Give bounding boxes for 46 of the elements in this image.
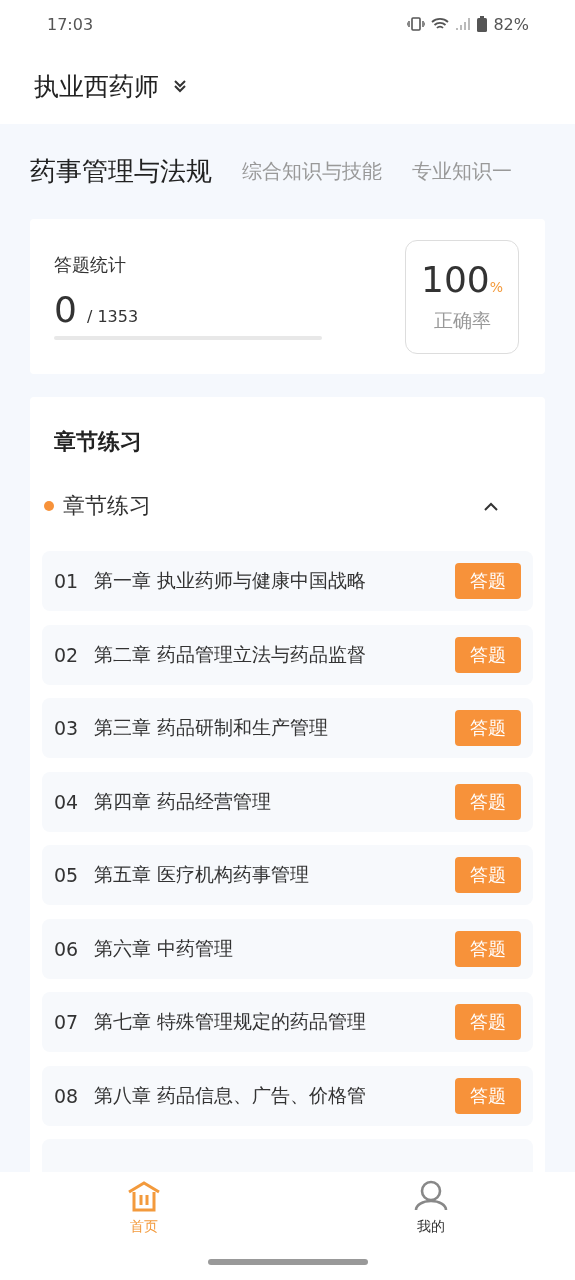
chapter-row[interactable]: 03 第三章 药品研制和生产管理 答题 (42, 698, 533, 758)
dot-icon (44, 501, 54, 511)
chapter-row[interactable]: 04 第四章 药品经营管理 答题 (42, 771, 533, 832)
chapter-title: 第八章 药品信息、广告、价格管 (94, 1082, 368, 1108)
accuracy-value: 100 (421, 259, 490, 300)
chapter-title: 第一章 执业药师与健康中国战略 (94, 568, 368, 593)
chapter-title: 第三章 药品研制和生产管理 (94, 715, 330, 740)
battery-icon (477, 16, 488, 32)
chapter-number: 02 (54, 643, 80, 666)
chapter-row[interactable]: 08 第八章 药品信息、广告、价格管 答题 (42, 1065, 533, 1126)
chapter-number: 04 (54, 790, 80, 813)
chapter-title: 第四章 药品经营管理 (94, 788, 273, 814)
chapter-row[interactable]: 06 第六章 中药管理 答题 (42, 918, 533, 979)
chapter-row[interactable]: 02 第二章 药品管理立法与药品监督 答题 (42, 624, 533, 685)
wifi-icon (431, 17, 450, 31)
accuracy-unit: % (489, 279, 503, 295)
chapter-number: 03 (54, 717, 80, 739)
double-chevron-down-icon[interactable] (173, 79, 187, 93)
status-time: 17:03 (47, 14, 94, 34)
nav-tab[interactable]: 我的 (401, 1178, 462, 1236)
chapter-title: 第五章 医疗机构药事管理 (94, 862, 311, 887)
chapter-number: 06 (54, 937, 80, 960)
stats-title: 答题统计 (54, 253, 127, 277)
chapter-title: 第七章 特殊管理规定的药品管理 (94, 1009, 368, 1034)
chapter-row[interactable]: 07 第七章 特殊管理规定的药品管理 答题 (42, 992, 533, 1052)
total-count: / 1353 (86, 307, 139, 326)
battery-level: 82% (493, 14, 529, 34)
exam-title[interactable]: 执业西药师 (34, 69, 159, 103)
chapter-row[interactable]: 05 第五章 医疗机构药事管理 答题 (42, 845, 533, 905)
subject-tab[interactable]: 药事管理与法规 (30, 154, 212, 189)
answered-count: 0 (54, 289, 77, 330)
person-icon (413, 1180, 450, 1212)
house-icon (126, 1180, 161, 1212)
chapter-number: 07 (54, 1011, 80, 1033)
signal-icon (455, 17, 472, 31)
section-title[interactable]: 章节练习 (63, 491, 151, 521)
chevron-up-icon[interactable] (483, 501, 499, 511)
chapter-number: 05 (54, 864, 80, 886)
chapter-number: 08 (54, 1084, 80, 1107)
accuracy-label: 正确率 (433, 308, 491, 333)
chapter-number: 01 (54, 570, 80, 592)
vibrate-icon (407, 17, 426, 31)
chapter-row[interactable]: 01 第一章 执业药师与健康中国战略 答题 (42, 551, 533, 611)
practice-title: 章节练习 (53, 428, 143, 456)
chapter-title: 第二章 药品管理立法与药品监督 (94, 641, 368, 667)
chapter-title: 第六章 中药管理 (94, 935, 235, 961)
